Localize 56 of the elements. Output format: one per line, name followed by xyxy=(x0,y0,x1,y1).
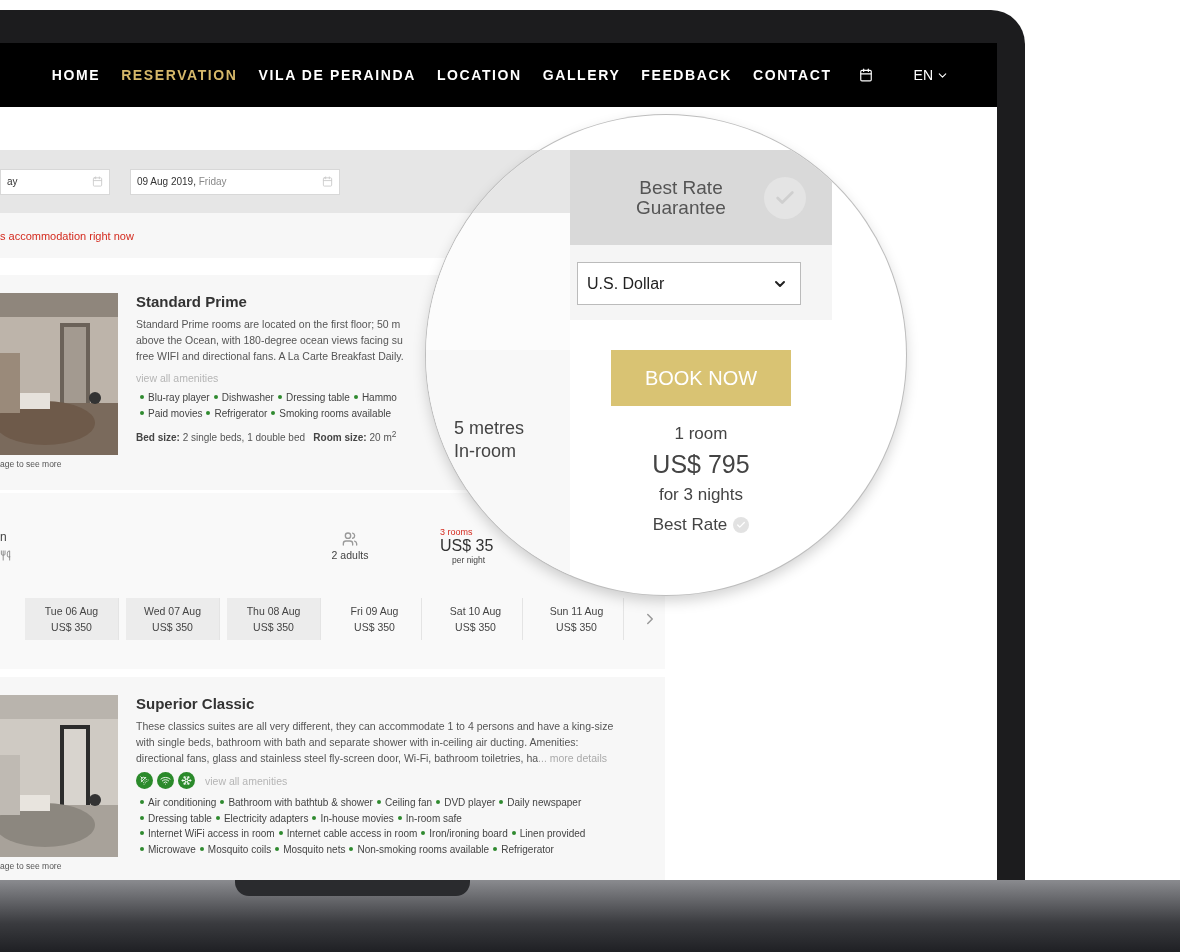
shower-icon xyxy=(136,772,153,789)
date-price-cell[interactable]: Sat 10 Aug US$ 350 xyxy=(429,598,523,640)
image-caption: age to see more xyxy=(0,861,63,871)
nav-link[interactable]: FEEDBACK xyxy=(641,67,732,83)
nav-link[interactable]: RESERVATION xyxy=(121,67,238,83)
check-out-field[interactable]: 09 Aug 2019, Friday xyxy=(130,168,340,195)
room-description-line: with single beds, bathroom with bath and separate shower with in-ceiling air ducting. Amenities: xyxy=(136,735,580,750)
best-rate-guarantee: Best Rate Guarantee xyxy=(635,177,727,218)
per-night-label: per night xyxy=(452,554,486,565)
wifi-icon xyxy=(157,772,174,789)
amenity-list-line: Blu-ray player Dishwasher Dressing table Hammo xyxy=(136,390,404,406)
nav-link[interactable]: HOME xyxy=(51,67,101,83)
nav-link[interactable]: LOCATION xyxy=(436,67,522,83)
date-price-cell[interactable]: Fri 09 Aug US$ 350 xyxy=(328,598,422,640)
nav-link[interactable]: CONTACT xyxy=(752,67,832,83)
amenity-list-line: Microwave Mosquito coils Mosquito nets Non-smoking rooms available Refrigerator xyxy=(136,841,614,857)
date-price-cell[interactable]: Tue 06 Aug US$ 350 xyxy=(25,598,119,640)
calendar-icon xyxy=(322,176,333,187)
nights-label: for 3 nights xyxy=(658,485,744,505)
calendar-icon[interactable] xyxy=(858,68,873,82)
currency-select[interactable]: U.S. Dollar xyxy=(577,262,801,305)
utensils-icon xyxy=(0,550,11,561)
check-icon xyxy=(733,517,750,533)
room-size-info: Bed size: 2 single beds, 1 double bed Room size: 20 m$^{2}$ xyxy=(136,429,398,444)
amenity-list-line: Internet WiFi access in room Internet cable access in room Iron/ironing board Linen provided xyxy=(136,826,614,842)
guests-icon xyxy=(342,530,358,547)
room-description-line: Standard Prime rooms are located on the first floor; 50 m xyxy=(136,317,402,332)
nightly-price: US$ 35 xyxy=(440,536,494,555)
magnified-text: In-room xyxy=(454,441,517,462)
check-in-field[interactable]: ay xyxy=(0,168,110,195)
amenity-list-line: Air conditioning Bathroom with bathtub & shower Ceiling fan DVD player Daily newspaper xyxy=(136,795,614,811)
room-title: Superior Classic xyxy=(136,695,256,712)
room-description-line: free WIFI and directional fans. A La Carte Breakfast Daily. xyxy=(136,349,404,364)
snowflake-icon xyxy=(178,772,195,789)
total-price: US$ 795 xyxy=(652,450,750,479)
room-count: 1 room xyxy=(674,424,728,444)
room-description-line: above the Ocean, with 180-degree ocean views facing su xyxy=(136,333,404,348)
date-price-cell[interactable]: Sun 11 Aug US$ 350 xyxy=(530,598,624,640)
date-price-cell[interactable]: Thu 08 Aug US$ 350 xyxy=(227,598,321,640)
amenity-list-line: Paid movies Refrigerator Smoking rooms available xyxy=(136,405,404,421)
date-price-cell[interactable]: Wed 07 Aug US$ 350 xyxy=(126,598,220,640)
room-title: Standard Prime xyxy=(136,293,248,310)
best-rate-label: Best Rate xyxy=(652,515,728,535)
guests-count: 2 adults xyxy=(331,548,369,561)
calendar-icon xyxy=(92,176,103,187)
language-menu[interactable]: EN xyxy=(913,67,949,83)
magnified-text: 5 metres xyxy=(454,418,526,439)
room-description-line: directional fans, glass and stainless steel fly-screen door, Wi-Fi, bathroom toiletries, ha... more details xyxy=(136,751,608,766)
image-caption: age to see more xyxy=(0,459,63,469)
rooms-left: 3 rooms xyxy=(440,526,473,537)
room-description-line: These classics suites are all very different, they can accommodate 1 to 4 persons and have a king-size xyxy=(136,719,614,734)
rate-plan-name: n xyxy=(0,530,8,544)
nav-link[interactable]: VILA DE PERAINDA xyxy=(258,67,416,83)
nav-link[interactable]: GALLERY xyxy=(542,67,621,83)
availability-notice: s accommodation right now xyxy=(0,229,134,242)
amenity-list-line: Dressing table Electricity adapters In-house movies In-room safe xyxy=(136,810,614,826)
